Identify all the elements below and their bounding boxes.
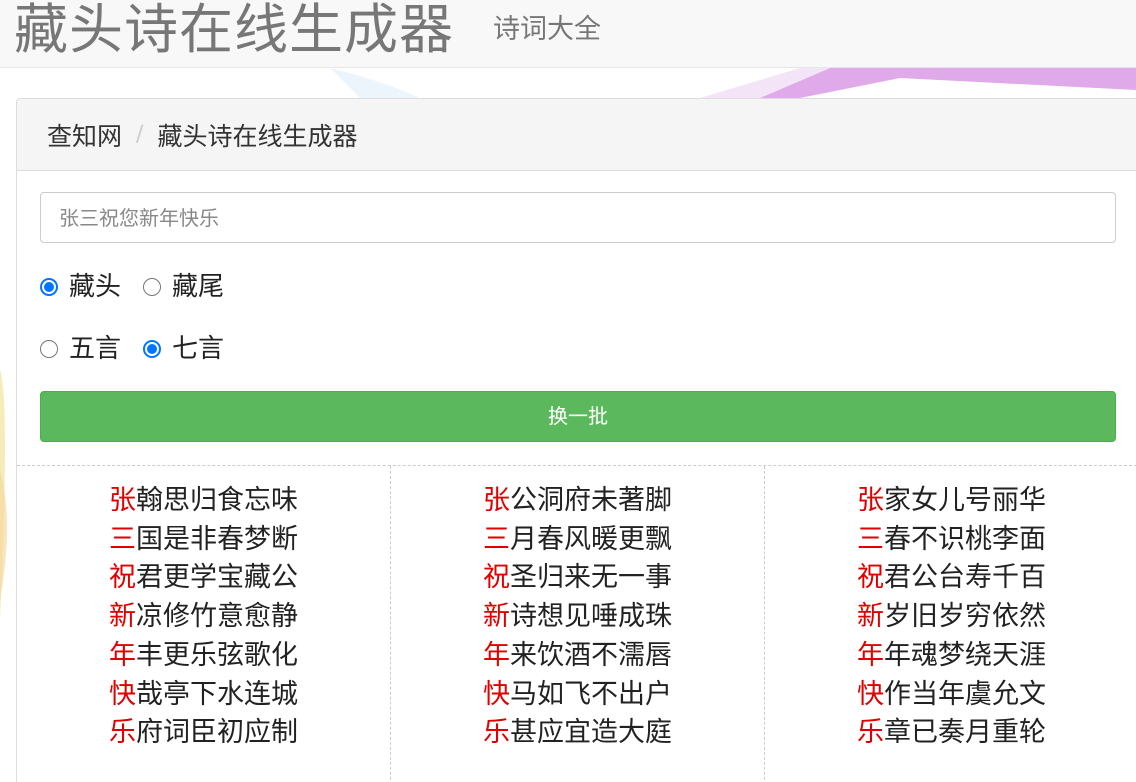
radio-option-seven[interactable]: 七言: [143, 331, 224, 367]
head-char: 年: [857, 639, 884, 671]
line-text: 春不识桃李面: [884, 523, 1046, 555]
radio-option-tail[interactable]: 藏尾: [143, 269, 224, 305]
poem-line: 快马如飞不出户: [483, 676, 672, 715]
nav-link-poetry[interactable]: 诗词大全: [493, 12, 601, 48]
poem-line: 三春不识桃李面: [857, 521, 1046, 560]
poem-line: 新凉修竹意愈静: [109, 598, 298, 637]
generator-panel: 查知网 / 藏头诗在线生成器 藏头 藏尾 五言 七言 换一批 张翰思归食忘味 三…: [16, 98, 1136, 782]
line-text: 圣归来无一事: [510, 562, 672, 594]
poem-line: 张翰思归食忘味: [109, 482, 298, 521]
radio-label: 五言: [69, 334, 122, 364]
head-char: 乐: [483, 717, 510, 749]
poem-line: 快哉亭下水连城: [109, 676, 298, 715]
head-char: 三: [857, 523, 884, 555]
poem-line: 祝君更学宝藏公: [109, 559, 298, 598]
radio-label: 七言: [172, 334, 225, 364]
line-text: 年魂梦绕天涯: [884, 639, 1046, 671]
refresh-button[interactable]: 换一批: [40, 391, 1116, 442]
poem-line: 年来饮酒不濡唇: [483, 637, 672, 676]
line-text: 章已奏月重轮: [884, 717, 1046, 749]
line-text: 国是非春梦断: [136, 523, 298, 555]
poem-line: 三国是非春梦断: [109, 521, 298, 560]
poem-card-2: 张公洞府未著脚 三月春风暖更飘 祝圣归来无一事 新诗想见唾成珠 年来饮酒不濡唇 …: [391, 466, 765, 782]
poem-line: 乐章已奏月重轮: [857, 714, 1046, 753]
poem-line: 年丰更乐弦歌化: [109, 637, 298, 676]
radio-button-checked[interactable]: [40, 278, 58, 296]
head-char: 祝: [109, 562, 136, 594]
head-char: 三: [109, 523, 136, 555]
line-text: 君更学宝藏公: [136, 562, 298, 594]
poem-line: 新诗想见唾成珠: [483, 598, 672, 637]
line-text: 丰更乐弦歌化: [136, 639, 298, 671]
mode-radio-group: 藏头 藏尾: [40, 269, 246, 305]
poem-card-1: 张翰思归食忘味 三国是非春梦断 祝君更学宝藏公 新凉修竹意愈静 年丰更乐弦歌化 …: [17, 466, 391, 782]
head-char: 新: [109, 601, 136, 633]
breadcrumb-current: 藏头诗在线生成器: [157, 121, 358, 151]
line-text: 凉修竹意愈静: [136, 601, 298, 633]
head-char: 乐: [109, 717, 136, 749]
poem-line: 祝圣归来无一事: [483, 559, 672, 598]
site-title[interactable]: 藏头诗在线生成器: [14, 0, 454, 64]
breadcrumb-home[interactable]: 查知网: [47, 117, 122, 153]
head-char: 快: [109, 678, 136, 710]
poem-results: 张翰思归食忘味 三国是非春梦断 祝君更学宝藏公 新凉修竹意愈静 年丰更乐弦歌化 …: [17, 465, 1136, 782]
line-text: 公洞府未著脚: [510, 485, 672, 516]
head-char: 快: [857, 678, 884, 710]
poem-line: 张家女儿号丽华: [857, 482, 1046, 521]
head-char: 张: [109, 485, 136, 516]
poem-line: 祝君公台寿千百: [857, 559, 1046, 598]
head-char: 年: [109, 639, 136, 671]
poem-card-3: 张家女儿号丽华 三春不识桃李面 祝君公台寿千百 新岁旧岁穷依然 年年魂梦绕天涯 …: [765, 466, 1136, 782]
head-char: 新: [483, 601, 510, 633]
head-char: 祝: [857, 562, 884, 594]
radio-label: 藏头: [69, 272, 122, 302]
line-text: 甚应宜造大庭: [510, 717, 672, 749]
radio-option-head[interactable]: 藏头: [40, 269, 121, 305]
line-text: 月春风暖更飘: [510, 523, 672, 555]
line-text: 诗想见唾成珠: [510, 601, 672, 633]
line-text: 作当年虞允文: [884, 678, 1046, 710]
radio-button[interactable]: [143, 278, 162, 296]
poem-line: 快作当年虞允文: [857, 676, 1046, 715]
head-char: 乐: [857, 717, 884, 749]
line-text: 马如飞不出户: [510, 678, 672, 710]
radio-button[interactable]: [40, 340, 58, 358]
line-text: 府词臣初应制: [136, 717, 298, 749]
head-char: 三: [483, 523, 510, 555]
line-text: 翰思归食忘味: [136, 485, 298, 516]
head-char: 祝: [483, 562, 510, 594]
poem-line: 三月春风暖更飘: [483, 521, 672, 560]
line-text: 岁旧岁穷依然: [884, 601, 1046, 633]
poem-line: 张公洞府未著脚: [483, 482, 672, 521]
head-char: 张: [857, 485, 884, 516]
head-char: 年: [483, 639, 510, 671]
poem-line: 年年魂梦绕天涯: [857, 637, 1046, 676]
line-text: 家女儿号丽华: [884, 485, 1046, 516]
name-input[interactable]: [40, 192, 1116, 243]
line-text: 君公台寿千百: [884, 562, 1046, 594]
line-text: 来饮酒不濡唇: [510, 639, 672, 671]
radio-option-five[interactable]: 五言: [40, 331, 121, 367]
length-radio-group: 五言 七言: [40, 331, 246, 367]
poem-line: 新岁旧岁穷依然: [857, 598, 1046, 637]
breadcrumb-separator: /: [136, 122, 144, 147]
top-header: 藏头诗在线生成器 诗词大全: [0, 0, 1136, 68]
poem-line: 乐甚应宜造大庭: [483, 714, 672, 753]
line-text: 哉亭下水连城: [136, 678, 298, 710]
radio-button-checked[interactable]: [143, 340, 162, 358]
breadcrumb: 查知网 / 藏头诗在线生成器: [17, 99, 1136, 171]
head-char: 张: [483, 485, 510, 516]
poem-line: 乐府词臣初应制: [109, 714, 298, 753]
head-char: 快: [483, 678, 510, 710]
head-char: 新: [857, 601, 884, 633]
radio-label: 藏尾: [172, 272, 225, 302]
